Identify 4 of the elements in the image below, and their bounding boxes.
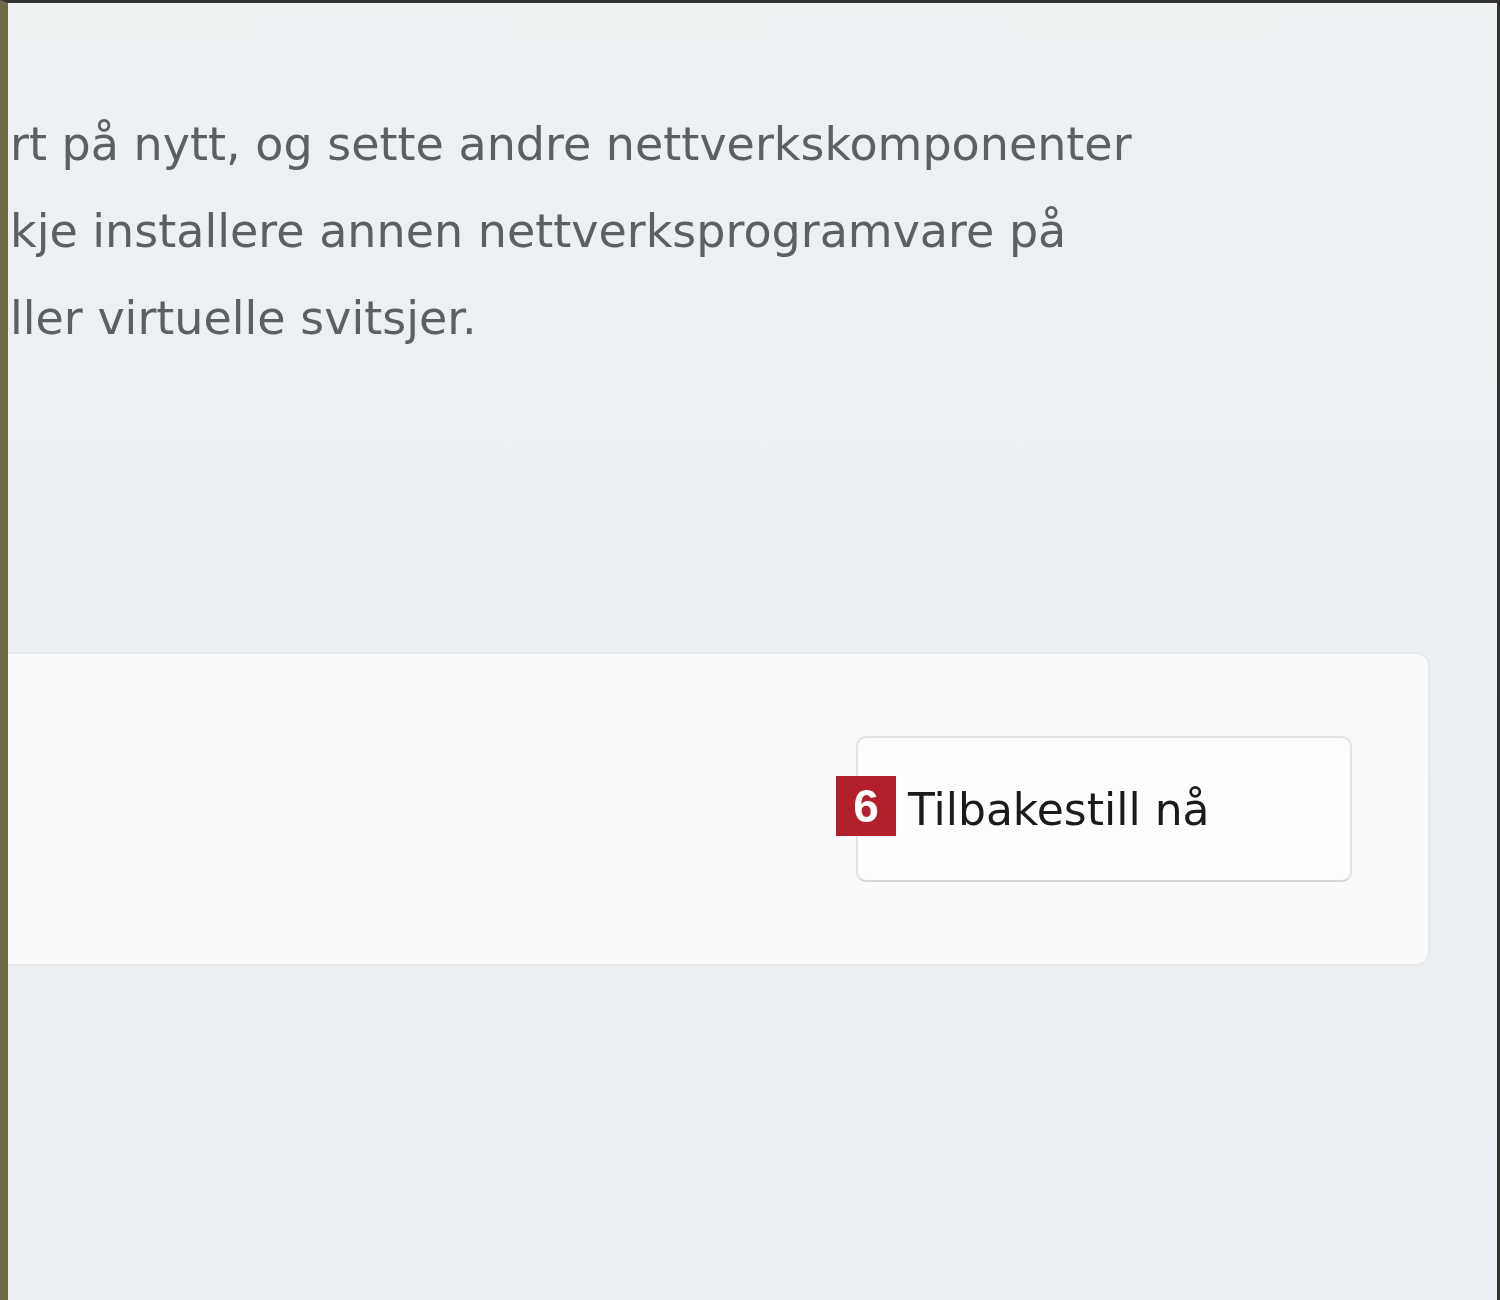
description-text: ller virtuelle svitsjer. [10, 290, 478, 347]
step-number-badge: 6 [836, 776, 896, 836]
description-text: kje installere annen nettverksprogramvare på [10, 203, 1068, 260]
description-text: rt på nytt, og sette andre nettverkskomponenter [10, 116, 1133, 173]
